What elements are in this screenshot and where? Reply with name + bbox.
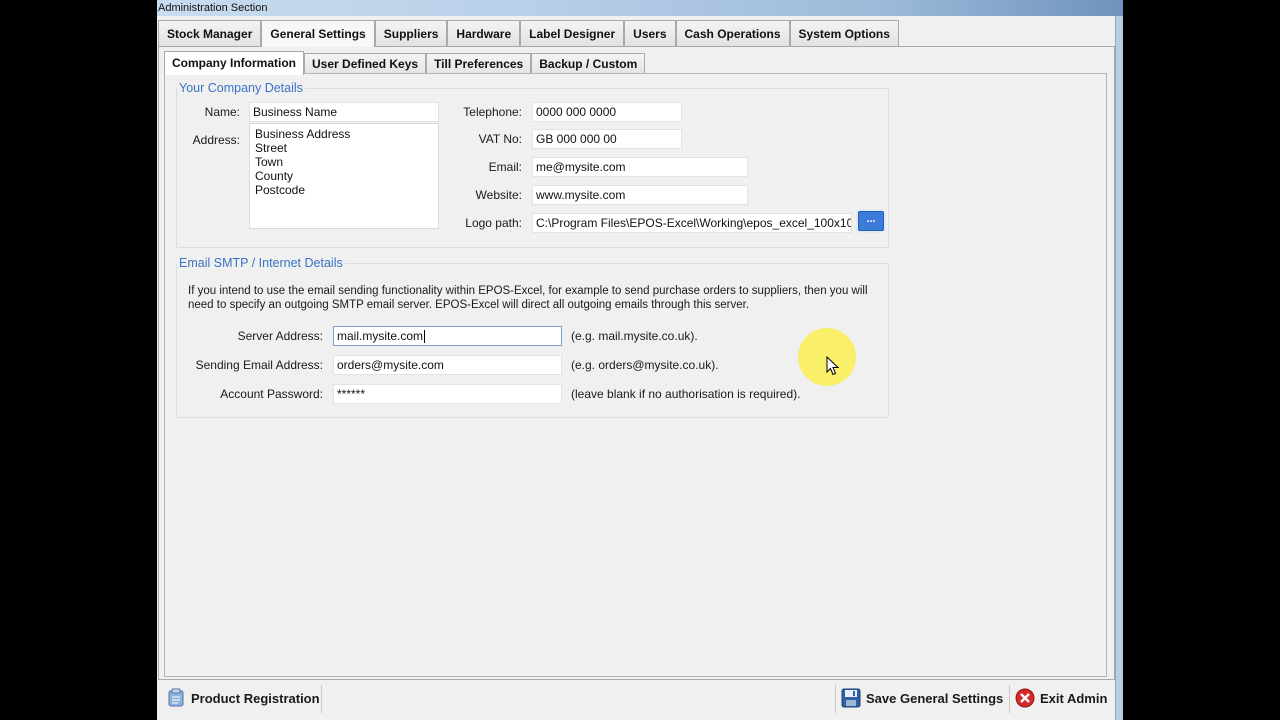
account-password-hint: (leave blank if no authorisation is requ… — [571, 387, 801, 401]
main-tab-bar: Stock Manager General Settings Suppliers… — [158, 20, 899, 47]
tab-user-defined-keys[interactable]: User Defined Keys — [304, 53, 427, 74]
bottom-toolbar: Product Registration Save General Settin… — [158, 681, 1115, 716]
window-title: Administration Section — [157, 0, 1123, 16]
sending-email-label: Sending Email Address: — [195, 358, 323, 372]
account-password-field[interactable]: ****** — [333, 384, 562, 404]
text-caret — [424, 330, 426, 344]
toolbar-divider — [321, 685, 322, 713]
vat-label: VAT No: — [478, 132, 522, 146]
toolbar-divider — [835, 685, 836, 713]
address-line: Postcode — [255, 183, 306, 197]
server-address-field[interactable]: mail.mysite.com — [333, 326, 562, 346]
admin-window: Administration Section Stock Manager Gen… — [157, 0, 1123, 720]
company-details-title: Your Company Details — [177, 81, 305, 95]
smtp-details-title: Email SMTP / Internet Details — [177, 256, 345, 270]
smtp-info-text: If you intend to use the email sending f… — [188, 285, 868, 311]
email-label: Email: — [488, 160, 522, 174]
account-password-label: Account Password: — [220, 387, 323, 401]
exit-admin-label: Exit Admin — [1040, 690, 1108, 706]
tab-general-settings[interactable]: General Settings — [261, 20, 375, 47]
tab-hardware[interactable]: Hardware — [447, 20, 521, 46]
toolbar-divider — [1009, 685, 1010, 713]
vat-field[interactable]: GB 000 000 00 — [532, 129, 682, 149]
exit-admin-button[interactable]: Exit Admin — [1015, 681, 1107, 715]
address-textarea[interactable]: Business Address Street Town County Post… — [249, 123, 439, 229]
email-field[interactable]: me@mysite.com — [532, 157, 748, 177]
tab-suppliers[interactable]: Suppliers — [374, 20, 448, 46]
tab-users[interactable]: Users — [624, 20, 676, 46]
product-registration-button[interactable]: Product Registration — [166, 681, 320, 715]
registration-icon — [166, 688, 186, 708]
window-frame-edge — [1115, 16, 1123, 720]
server-address-value: mail.mysite.com — [337, 329, 424, 343]
sending-email-field[interactable]: orders@mysite.com — [333, 355, 562, 375]
server-address-label: Server Address: — [237, 329, 323, 343]
save-general-settings-button[interactable]: Save General Settings — [841, 681, 1003, 715]
tab-label-designer[interactable]: Label Designer — [520, 20, 625, 46]
name-field[interactable]: Business Name — [249, 102, 439, 122]
sending-email-hint: (e.g. orders@mysite.co.uk). — [571, 358, 719, 372]
telephone-field[interactable]: 0000 000 0000 — [532, 102, 682, 122]
tab-system-options[interactable]: System Options — [789, 20, 899, 46]
tab-stock-manager[interactable]: Stock Manager — [158, 20, 262, 46]
name-label: Name: — [204, 105, 240, 119]
logo-path-label: Logo path: — [465, 216, 522, 230]
telephone-label: Telephone: — [463, 105, 522, 119]
address-line: Business Address — [255, 127, 351, 141]
logo-path-field[interactable]: C:\Program Files\EPOS-Excel\Working\epos… — [532, 213, 852, 233]
tab-cash-operations[interactable]: Cash Operations — [675, 20, 790, 46]
mouse-pointer-icon — [826, 355, 840, 381]
tab-backup-custom[interactable]: Backup / Custom — [531, 53, 646, 74]
server-address-hint: (e.g. mail.mysite.co.uk). — [571, 329, 698, 343]
tab-company-information[interactable]: Company Information — [164, 51, 305, 75]
save-disk-icon — [841, 688, 861, 708]
exit-icon — [1015, 688, 1035, 708]
browse-logo-button[interactable]: ... — [858, 211, 884, 231]
save-general-settings-label: Save General Settings — [866, 690, 1004, 706]
address-line: Street — [255, 141, 288, 155]
general-settings-panel: Company Information User Defined Keys Ti… — [158, 46, 1115, 680]
company-information-panel: Your Company Details Name: Business Name… — [164, 73, 1107, 677]
sub-tab-bar: Company Information User Defined Keys Ti… — [164, 51, 646, 75]
address-line: County — [255, 169, 294, 183]
tab-till-preferences[interactable]: Till Preferences — [426, 53, 532, 74]
website-field[interactable]: www.mysite.com — [532, 185, 748, 205]
website-label: Website: — [475, 188, 522, 202]
address-label: Address: — [192, 133, 240, 147]
address-line: Town — [255, 155, 284, 169]
product-registration-label: Product Registration — [191, 690, 320, 706]
